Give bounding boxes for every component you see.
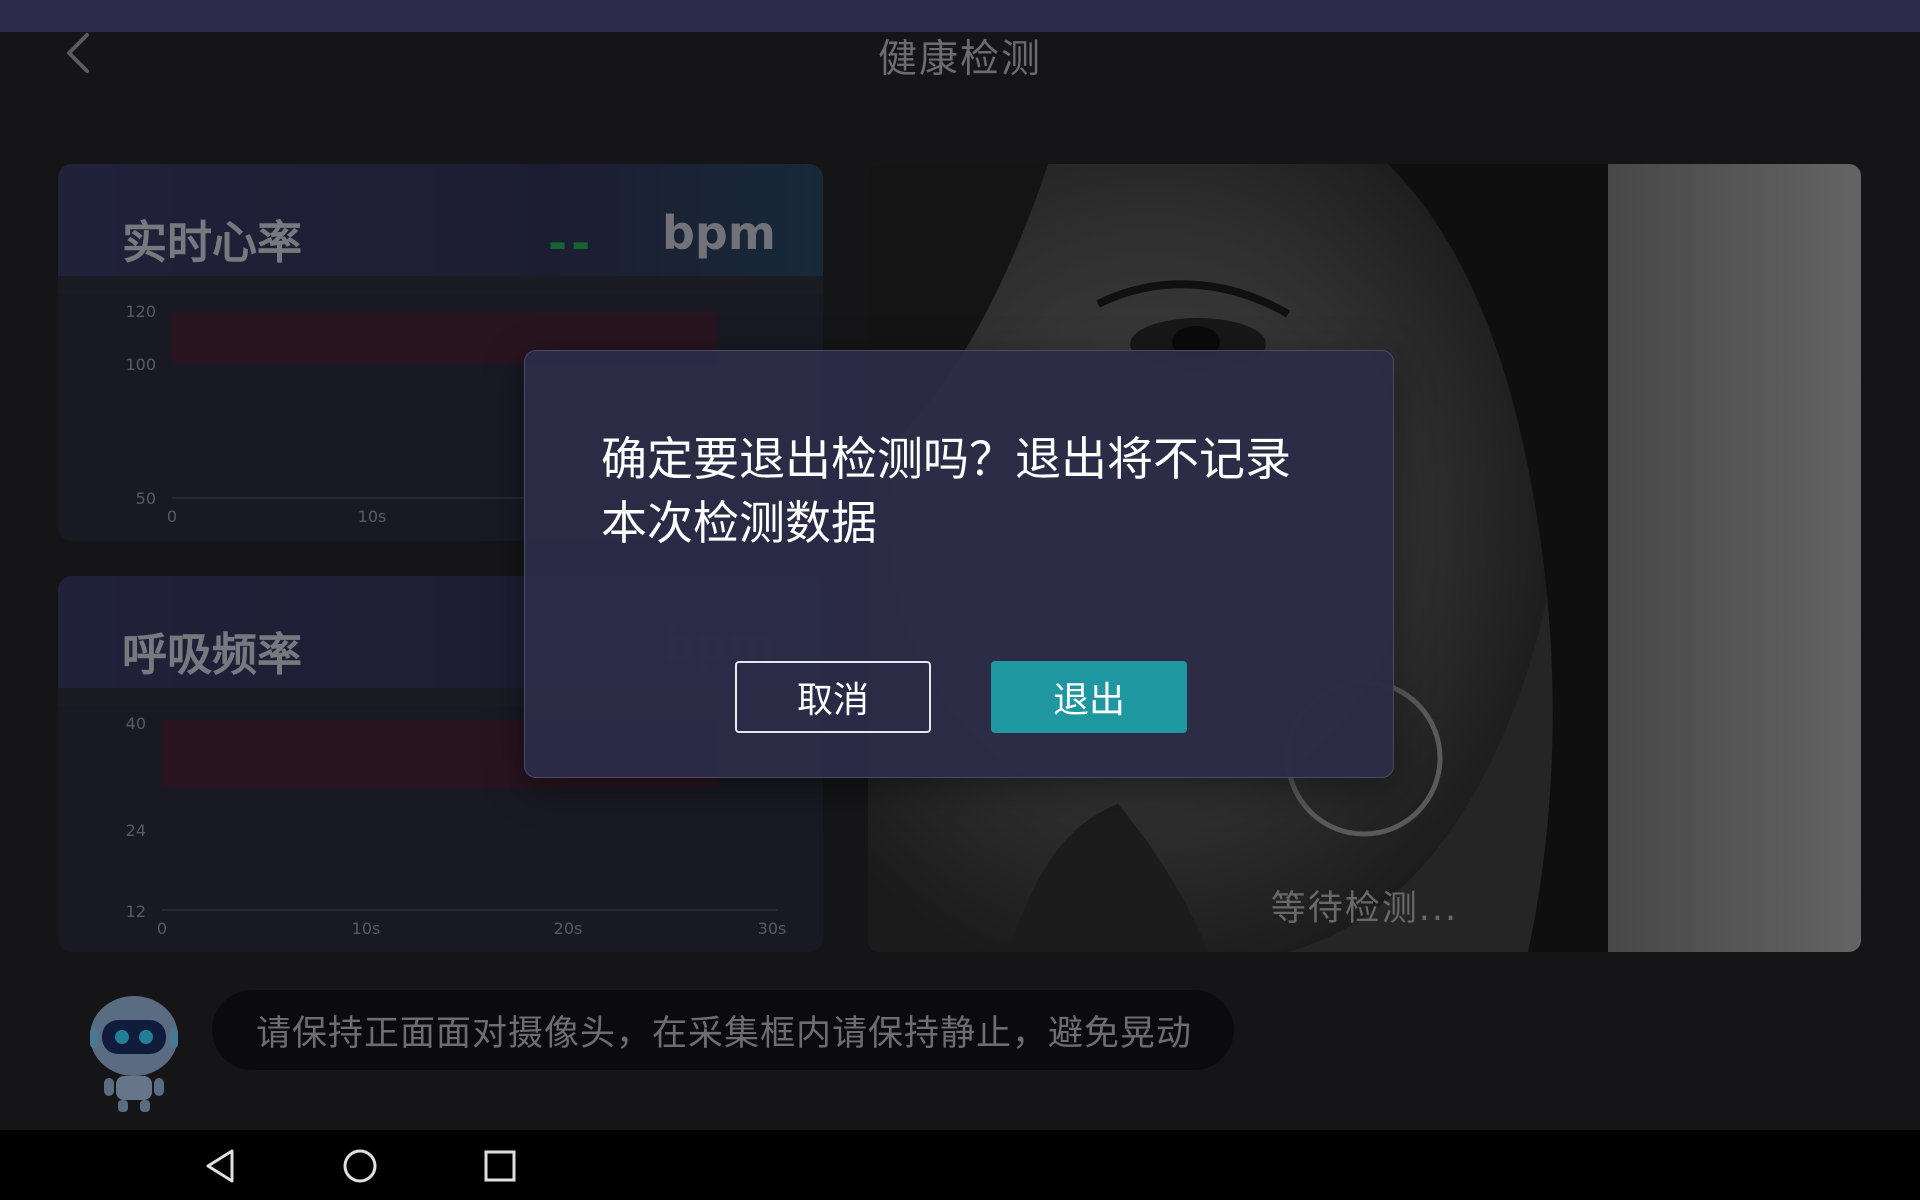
nav-back-icon [206,1149,234,1183]
cancel-button[interactable]: 取消 [735,661,931,733]
dialog-message-line1: 确定要退出检测吗？退出将不记录 [601,432,1291,486]
exit-button[interactable]: 退出 [991,661,1187,733]
dialog-message: 确定要退出检测吗？退出将不记录 本次检测数据 [601,427,1341,555]
nav-back-button[interactable] [192,1142,248,1190]
nav-recents-icon [484,1150,516,1182]
health-check-screen: 健康检测 实时心率 -- bpm 120 100 50 0 10s 呼吸频率 b… [0,0,1920,1200]
nav-home-icon [343,1149,377,1183]
navigation-bar [0,1130,1920,1200]
nav-home-button[interactable] [332,1142,388,1190]
nav-recents-button[interactable] [472,1142,528,1190]
exit-confirm-dialog: 确定要退出检测吗？退出将不记录 本次检测数据 取消 退出 [524,350,1394,778]
dialog-message-line2: 本次检测数据 [601,496,877,550]
